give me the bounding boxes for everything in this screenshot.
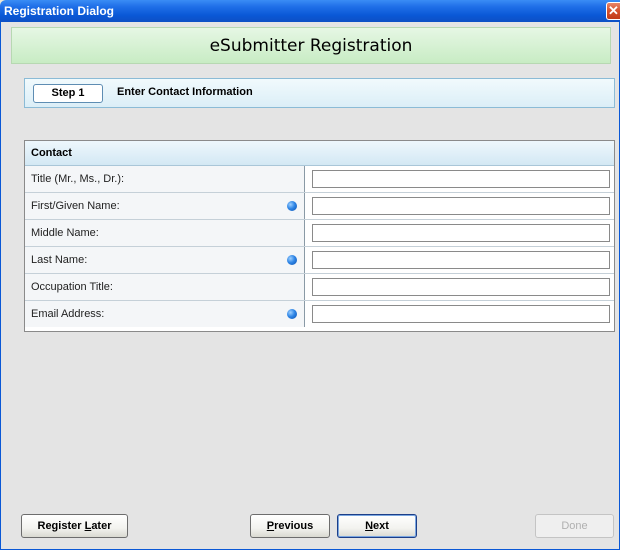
title-field[interactable] (312, 170, 610, 188)
close-icon[interactable]: ✕ (606, 2, 620, 20)
register-later-button[interactable]: Register Later (21, 514, 128, 538)
last-name-field[interactable] (312, 251, 610, 269)
step-bar: Step 1 Enter Contact Information (24, 78, 615, 108)
form-row-occupation: Occupation Title: (25, 274, 614, 301)
middle-name-field[interactable] (312, 224, 610, 242)
field-label: Middle Name: (25, 220, 305, 246)
field-label: Title (Mr., Ms., Dr.): (25, 166, 305, 192)
banner-title: eSubmitter Registration (11, 27, 611, 64)
button-bar: Register Later Previous Next Done (1, 514, 619, 548)
previous-button[interactable]: Previous (250, 514, 330, 538)
contact-form: Contact Title (Mr., Ms., Dr.): First/Giv… (24, 140, 615, 332)
form-row-first-name: First/Given Name: (25, 193, 614, 220)
section-title: Contact (25, 141, 614, 166)
field-label: First/Given Name: (25, 193, 305, 219)
form-row-last-name: Last Name: (25, 247, 614, 274)
done-button[interactable]: Done (535, 514, 614, 538)
next-button[interactable]: Next (337, 514, 417, 538)
step-label: Enter Contact Information (117, 86, 253, 98)
required-dot-icon (287, 255, 297, 265)
form-row-title: Title (Mr., Ms., Dr.): (25, 166, 614, 193)
first-name-field[interactable] (312, 197, 610, 215)
title-bar: Registration Dialog (0, 0, 620, 22)
field-label: Email Address: (25, 301, 305, 327)
form-row-middle-name: Middle Name: (25, 220, 614, 247)
step-chip: Step 1 (33, 84, 103, 103)
required-dot-icon (287, 309, 297, 319)
form-row-email: Email Address: (25, 301, 614, 328)
field-label: Last Name: (25, 247, 305, 273)
field-label: Occupation Title: (25, 274, 305, 300)
dialog-body: eSubmitter Registration Step 1 Enter Con… (0, 22, 620, 550)
email-field[interactable] (312, 305, 610, 323)
required-dot-icon (287, 201, 297, 211)
occupation-field[interactable] (312, 278, 610, 296)
window-title: Registration Dialog (4, 4, 115, 18)
